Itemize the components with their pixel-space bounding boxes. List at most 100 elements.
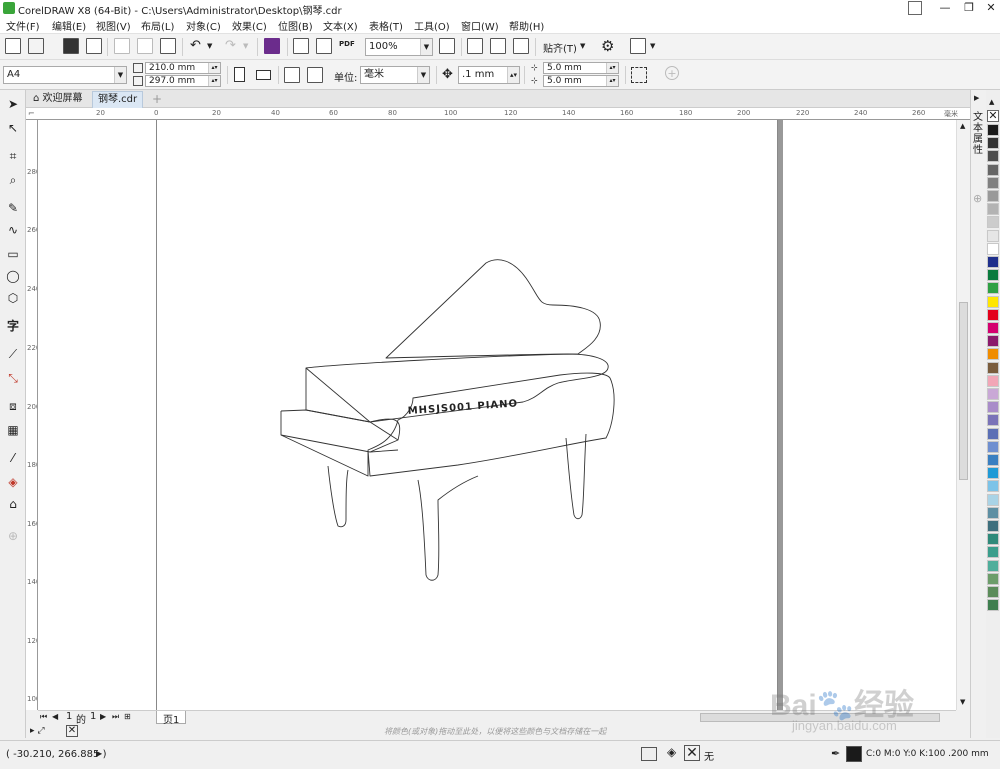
color-swatch[interactable] <box>987 467 999 480</box>
color-swatch[interactable] <box>987 361 999 374</box>
nudge-distance-field[interactable]: .1 mm ▴▾ <box>458 66 520 84</box>
color-swatch[interactable] <box>987 559 999 572</box>
smart-fill-icon[interactable]: ⌂ <box>5 496 21 512</box>
rectangle-tool-icon[interactable]: ▭ <box>5 246 21 262</box>
print-icon[interactable] <box>86 38 102 54</box>
color-swatch[interactable] <box>987 229 999 242</box>
scroll-up-icon[interactable]: ▲ <box>960 122 965 130</box>
docker-arrow-icon[interactable]: ▶ <box>974 94 979 102</box>
scroll-down-icon[interactable]: ▼ <box>960 698 965 706</box>
spin-arrows-icon[interactable]: ▴▾ <box>208 63 220 73</box>
options-gear-icon[interactable]: ⚙ <box>601 37 614 55</box>
tab-welcome[interactable]: ⌂ 欢迎屏幕 <box>28 91 88 108</box>
color-swatch[interactable] <box>987 454 999 466</box>
palette-arrow-icon[interactable]: ▸ ⤢ <box>30 726 45 736</box>
fill-bucket-icon[interactable]: ◈ <box>667 745 676 759</box>
color-swatch[interactable] <box>987 493 999 506</box>
menu-file[interactable]: 文件(F) <box>6 18 40 33</box>
undo-icon[interactable]: ↶ <box>190 38 201 53</box>
menu-effects[interactable]: 效果(C) <box>232 18 267 33</box>
shape-tool-icon[interactable]: ↖ <box>5 120 21 136</box>
current-page-icon[interactable] <box>307 67 323 83</box>
menu-edit[interactable]: 编辑(E) <box>52 18 86 33</box>
polygon-tool-icon[interactable]: ⬡ <box>5 290 21 306</box>
paste-icon[interactable] <box>160 38 176 54</box>
artistic-media-icon[interactable]: ∿ <box>5 222 21 238</box>
color-swatch[interactable] <box>987 256 999 268</box>
no-fill-swatch[interactable]: ✕ <box>987 110 999 122</box>
redo-dropdown-icon[interactable]: ▼ <box>243 42 248 50</box>
show-guidelines-icon[interactable] <box>513 38 529 54</box>
menu-help[interactable]: 帮助(H) <box>509 18 544 33</box>
parallel-dimension-icon[interactable]: ⟋ <box>5 346 21 362</box>
last-page-icon[interactable]: ⏭ <box>112 712 119 722</box>
vertical-scrollbar[interactable]: ▲ ▼ <box>956 120 970 710</box>
piano-drawing[interactable]: MHSJS001 PIANO <box>38 120 956 710</box>
vertical-ruler[interactable]: 280 260 240 220 200 180 160 140 120 100 <box>26 120 38 710</box>
color-proof-icon[interactable] <box>641 747 657 761</box>
docker-add-icon[interactable]: ⊕ <box>973 192 982 205</box>
menu-table[interactable]: 表格(T) <box>369 18 403 33</box>
color-swatch[interactable] <box>987 440 999 453</box>
spin-arrows-icon[interactable]: ▴▾ <box>208 76 220 86</box>
color-swatch[interactable] <box>987 176 999 189</box>
color-swatch[interactable] <box>987 295 999 308</box>
text-tool-icon[interactable]: 字 <box>5 318 21 334</box>
color-swatch[interactable] <box>987 124 999 136</box>
blend-tool-icon[interactable]: ⧈ <box>5 398 21 414</box>
menu-layout[interactable]: 布局(L) <box>141 18 174 33</box>
color-swatch[interactable] <box>987 414 999 427</box>
minimize-button[interactable]: — <box>932 0 958 16</box>
user-icon[interactable] <box>908 1 922 15</box>
color-swatch[interactable] <box>987 388 999 400</box>
application-launcher-icon[interactable] <box>630 38 646 54</box>
snap-to-button[interactable]: 贴齐(T) <box>543 40 577 55</box>
crop-tool-icon[interactable]: ⌗ <box>5 148 21 164</box>
menu-object[interactable]: 对象(C) <box>186 18 221 33</box>
color-swatch[interactable] <box>987 546 999 559</box>
launcher-dropdown-icon[interactable]: ▼ <box>650 42 655 50</box>
prev-page-icon[interactable]: ◀ <box>52 712 58 721</box>
all-pages-icon[interactable] <box>284 67 300 83</box>
spin-arrows-icon[interactable]: ▴▾ <box>606 63 618 73</box>
drawing-canvas[interactable]: MHSJS001 PIANO <box>38 120 970 710</box>
add-page-icon[interactable]: ⊞ <box>124 712 131 721</box>
save-icon[interactable] <box>63 38 79 54</box>
color-swatch[interactable] <box>987 322 999 334</box>
color-swatch[interactable] <box>987 586 999 598</box>
ellipse-tool-icon[interactable]: ◯ <box>5 268 21 284</box>
status-expand-icon[interactable]: ▶ <box>96 749 102 758</box>
open-folder-icon[interactable] <box>28 38 44 54</box>
color-swatch[interactable] <box>987 308 999 321</box>
color-swatch[interactable] <box>987 480 999 493</box>
next-page-icon[interactable]: ▶ <box>100 712 106 721</box>
portrait-icon[interactable] <box>234 67 245 82</box>
color-swatch[interactable] <box>987 163 999 176</box>
menu-text[interactable]: 文本(X) <box>323 18 358 33</box>
color-swatch[interactable] <box>987 335 999 348</box>
color-swatch[interactable] <box>987 203 999 216</box>
treat-as-filled-icon[interactable] <box>631 67 647 83</box>
page-width-field[interactable]: 210.0 mm ▴▾ <box>145 62 221 74</box>
snap-dropdown-icon[interactable]: ▼ <box>580 42 585 50</box>
color-swatch[interactable] <box>987 150 999 163</box>
color-swatch[interactable] <box>987 533 999 546</box>
outline-color-swatch[interactable] <box>846 746 862 762</box>
menu-bitmaps[interactable]: 位图(B) <box>278 18 313 33</box>
duplicate-y-field[interactable]: 5.0 mm ▴▾ <box>543 75 619 87</box>
color-swatch[interactable] <box>987 401 999 414</box>
color-swatch[interactable] <box>987 137 999 150</box>
transparency-tool-icon[interactable]: ▦ <box>5 422 21 438</box>
color-swatch[interactable] <box>987 520 999 532</box>
paper-size-select[interactable]: A4 ▼ <box>3 66 127 84</box>
close-button[interactable]: ✕ <box>978 0 1000 16</box>
color-swatch[interactable] <box>987 374 999 387</box>
export-icon[interactable] <box>316 38 332 54</box>
menu-view[interactable]: 视图(V) <box>96 18 131 33</box>
horizontal-ruler[interactable]: ⌐ 20 0 20 40 60 80 100 120 140 160 180 2… <box>26 108 970 120</box>
color-swatch[interactable] <box>987 506 999 519</box>
zoom-level-select[interactable]: 100% ▼ <box>365 38 433 56</box>
menu-tools[interactable]: 工具(O) <box>414 18 450 33</box>
spin-arrows-icon[interactable]: ▴▾ <box>606 76 618 86</box>
search-content-icon[interactable] <box>264 38 280 54</box>
